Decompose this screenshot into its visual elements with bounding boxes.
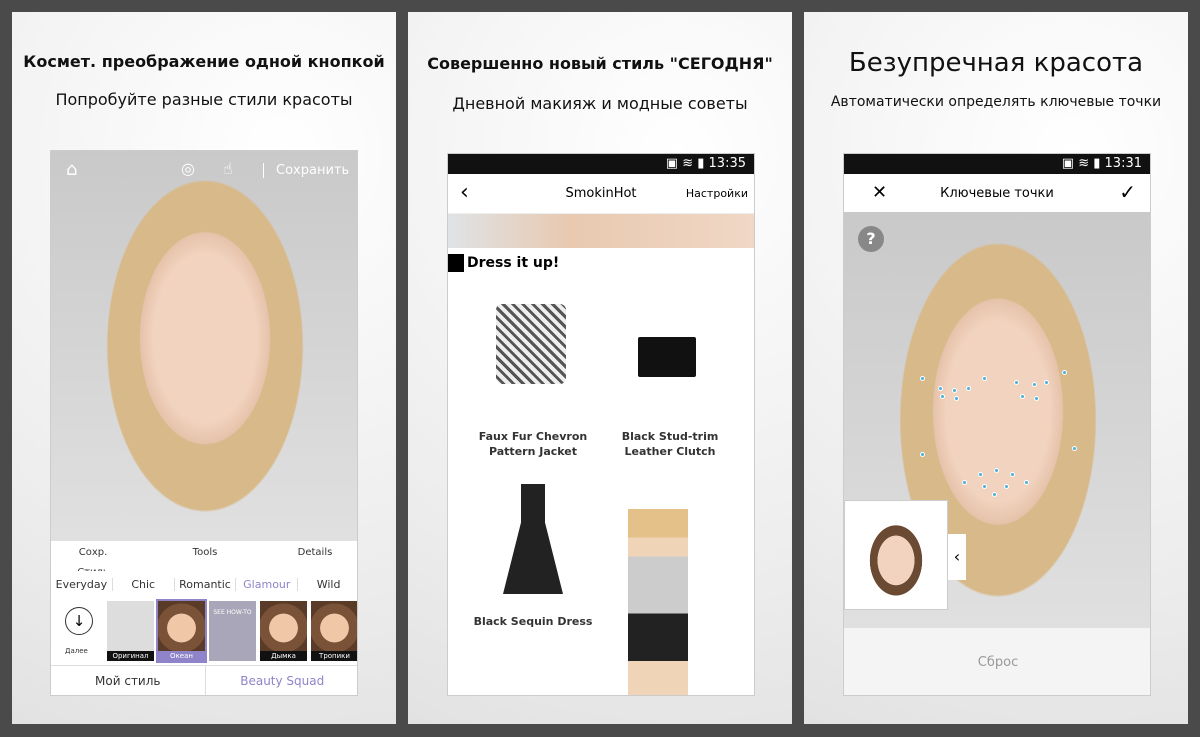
settings-button[interactable]: Настройки bbox=[686, 187, 748, 200]
facial-key-point[interactable] bbox=[1010, 472, 1015, 477]
header-title: Ключевые точки bbox=[940, 186, 1054, 201]
panel-title: Совершенно новый стиль "СЕГОДНЯ" bbox=[427, 54, 773, 73]
facial-key-point[interactable] bbox=[982, 484, 987, 489]
panel-subtitle: Автоматически определять ключевые точки bbox=[830, 94, 1162, 110]
facial-key-point[interactable] bbox=[962, 480, 967, 485]
facial-key-point[interactable] bbox=[940, 394, 945, 399]
jacket-image[interactable] bbox=[496, 304, 566, 384]
facial-key-point[interactable] bbox=[1024, 480, 1029, 485]
panel-one-click-makeover: Космет. преображение одной кнопкой Попро… bbox=[12, 12, 396, 724]
facial-key-point[interactable] bbox=[994, 468, 999, 473]
phone-screen: ▣ ≋ ▮ 13:35 ‹ SmokinHot Настройки Dress … bbox=[447, 153, 755, 696]
status-bar: ▣ ≋ ▮ 13:35 bbox=[448, 154, 754, 174]
reset-button[interactable]: Сброс bbox=[844, 628, 1150, 695]
outfit-illustration bbox=[628, 509, 688, 695]
download-label: Далее bbox=[65, 647, 88, 655]
facial-key-point[interactable] bbox=[1062, 370, 1067, 375]
tab-chic[interactable]: Chic bbox=[113, 577, 175, 591]
facial-key-point[interactable] bbox=[920, 452, 925, 457]
look-haze[interactable]: Дымка bbox=[260, 601, 307, 661]
confirm-check-icon[interactable]: ✓ bbox=[1119, 180, 1136, 204]
zoom-preview bbox=[844, 500, 948, 610]
facial-key-point[interactable] bbox=[992, 492, 997, 497]
product-clutch[interactable]: Black Stud-trim Leather Clutch bbox=[600, 429, 740, 459]
save-style-button[interactable]: Сохр. Стиль bbox=[63, 543, 123, 578]
look-carousel: ↓ Далее Оригинал Океан SEE HOW-TO Дымка … bbox=[51, 597, 357, 663]
phone-screen: ⌂ ◎ ☝ Сохранить Сохр. Стиль Tools Detail… bbox=[50, 150, 358, 696]
see-how-to-card[interactable]: SEE HOW-TO bbox=[209, 601, 256, 661]
panel-key-points: Безупречная красота Автоматически опреде… bbox=[804, 12, 1188, 724]
facial-key-point[interactable] bbox=[1004, 484, 1009, 489]
panel-title: Космет. преображение одной кнопкой bbox=[23, 52, 385, 71]
facial-key-point[interactable] bbox=[952, 388, 957, 393]
facial-key-point[interactable] bbox=[920, 376, 925, 381]
look-tropics[interactable]: Тропики bbox=[311, 601, 357, 661]
dress-image[interactable] bbox=[503, 484, 563, 594]
product-dress[interactable]: Black Sequin Dress bbox=[463, 614, 603, 629]
tab-wild[interactable]: Wild bbox=[298, 578, 357, 591]
tab-romantic[interactable]: Romantic bbox=[175, 577, 237, 591]
save-button[interactable]: Сохранить bbox=[263, 163, 349, 178]
banner-image bbox=[448, 214, 754, 248]
home-icon[interactable]: ⌂ bbox=[66, 159, 77, 180]
help-icon[interactable]: ? bbox=[858, 226, 884, 252]
tools-button[interactable]: Tools bbox=[177, 543, 233, 563]
facial-key-point[interactable] bbox=[966, 386, 971, 391]
look-ocean[interactable]: Океан bbox=[156, 599, 207, 663]
facial-key-point[interactable] bbox=[1032, 382, 1037, 387]
panel-title: Безупречная красота bbox=[848, 48, 1144, 78]
collapse-preview-icon[interactable]: ‹ bbox=[948, 534, 966, 580]
tab-glamour[interactable]: Glamour bbox=[236, 577, 299, 591]
face-photo bbox=[51, 151, 357, 541]
touch-icon[interactable]: ☝ bbox=[223, 159, 233, 178]
tab-everyday[interactable]: Everyday bbox=[51, 577, 113, 591]
product-jacket[interactable]: Faux Fur Chevron Pattern Jacket bbox=[463, 429, 603, 459]
facial-key-point[interactable] bbox=[982, 376, 987, 381]
facial-key-point[interactable] bbox=[1072, 446, 1077, 451]
clock: 13:35 bbox=[708, 156, 746, 171]
facial-key-point[interactable] bbox=[954, 396, 959, 401]
clock: 13:31 bbox=[1104, 156, 1142, 171]
clutch-image[interactable] bbox=[638, 337, 696, 377]
facial-key-point[interactable] bbox=[1020, 394, 1025, 399]
facial-key-point[interactable] bbox=[938, 386, 943, 391]
facial-key-point[interactable] bbox=[1044, 380, 1049, 385]
compare-icon[interactable]: ◎ bbox=[181, 159, 195, 178]
tab-beauty-squad[interactable]: Beauty Squad bbox=[206, 666, 358, 695]
facial-key-point[interactable] bbox=[1014, 380, 1019, 385]
section-heading: Dress it up! bbox=[448, 248, 754, 278]
style-tabs: Everyday Chic Romantic Glamour Wild bbox=[51, 571, 357, 597]
look-original[interactable]: Оригинал bbox=[107, 601, 154, 661]
download-icon[interactable]: ↓ bbox=[65, 607, 93, 635]
status-bar: ▣ ≋ ▮ 13:31 bbox=[844, 154, 1150, 174]
phone-screen: ▣ ≋ ▮ 13:31 ✕ Ключевые точки ✓ ? ‹ Сброс bbox=[843, 153, 1151, 696]
facial-key-point[interactable] bbox=[978, 472, 983, 477]
details-button[interactable]: Details bbox=[285, 543, 345, 563]
tab-my-style[interactable]: Мой стиль bbox=[51, 666, 206, 695]
facial-key-point[interactable] bbox=[1034, 396, 1039, 401]
panel-subtitle: Попробуйте разные стили красоты bbox=[55, 90, 353, 109]
panel-subtitle: Дневной макияж и модные советы bbox=[452, 94, 748, 113]
panel-today-style: Совершенно новый стиль "СЕГОДНЯ" Дневной… bbox=[408, 12, 792, 724]
